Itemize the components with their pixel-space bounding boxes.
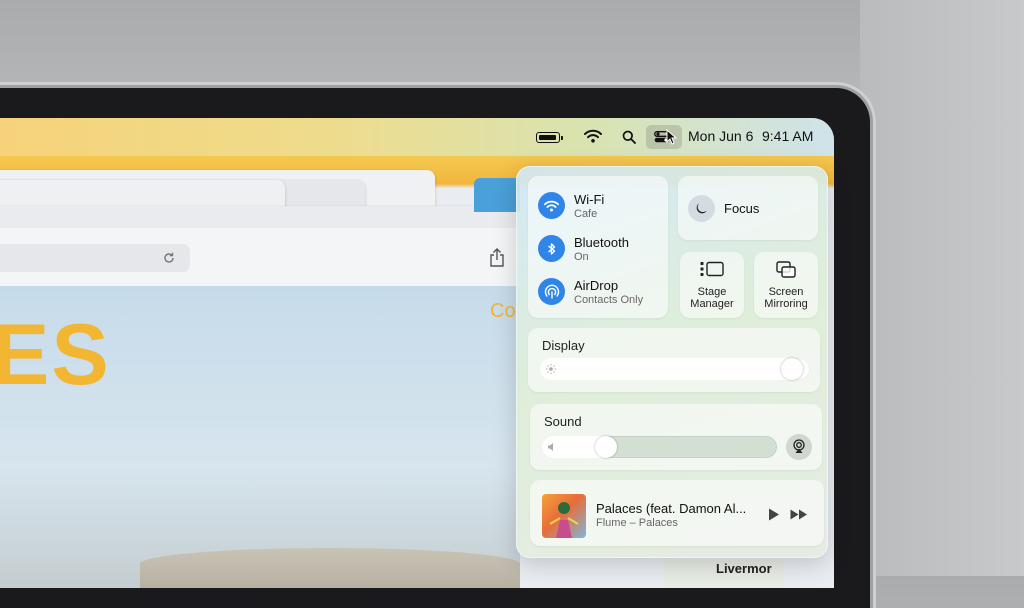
track-artist: Flume – Palaces — [596, 517, 678, 529]
stage-manager-icon — [700, 261, 724, 277]
search-icon[interactable] — [622, 130, 636, 144]
play-icon[interactable] — [768, 508, 780, 521]
connectivity-module: Wi-Fi Cafe Bluetooth On AirDrop Contacts… — [528, 176, 668, 318]
fast-forward-icon[interactable] — [790, 509, 808, 520]
display-brightness-slider[interactable] — [540, 358, 810, 380]
sound-label: Sound — [544, 414, 582, 429]
screen-mirroring-icon — [776, 261, 796, 278]
moon-icon — [696, 203, 707, 214]
stage-manager-label-1: Stage — [697, 286, 727, 298]
stage-manager-label-2: Manager — [690, 298, 734, 310]
control-center-panel: Wi-Fi Cafe Bluetooth On AirDrop Contacts… — [516, 166, 828, 558]
screen-mirroring-button[interactable]: Screen Mirroring — [754, 252, 818, 318]
share-icon[interactable] — [488, 248, 506, 268]
wifi-icon[interactable] — [584, 129, 602, 143]
album-artwork — [542, 494, 586, 538]
airplay-audio-icon — [793, 439, 805, 453]
stage-manager-button[interactable]: Stage Manager — [680, 252, 744, 318]
airdrop-icon — [538, 278, 565, 305]
map-label: Livermor — [716, 561, 772, 576]
airdrop-label: AirDrop — [574, 278, 619, 293]
bluetooth-status: On — [574, 251, 589, 263]
wifi-icon — [538, 192, 565, 219]
menu-bar: Mon Jun 6 9:41 AM — [0, 118, 834, 156]
wifi-label: Wi-Fi — [574, 192, 605, 207]
sound-slider-knob[interactable] — [595, 436, 618, 458]
menubar-date[interactable]: Mon Jun 6 — [688, 128, 753, 144]
reload-icon[interactable] — [162, 251, 176, 265]
display-label: Display — [542, 338, 585, 353]
album-art-figure — [549, 502, 579, 538]
wifi-status: Cafe — [574, 208, 598, 220]
bluetooth-icon — [538, 235, 565, 262]
bluetooth-label: Bluetooth — [574, 235, 629, 250]
background-wall — [860, 0, 1024, 576]
focus-icon-circle — [688, 195, 715, 222]
airplay-audio-button[interactable] — [786, 434, 812, 460]
window-thumbnail — [474, 178, 520, 212]
focus-button[interactable]: Focus — [678, 176, 818, 240]
now-playing-module[interactable]: Palaces (feat. Damon Al... Flume – Palac… — [530, 480, 824, 546]
display-slider-knob[interactable] — [780, 358, 803, 380]
screen-mirroring-label-1: Screen — [768, 286, 804, 298]
menubar-time[interactable]: 9:41 AM — [762, 128, 813, 144]
control-center-button[interactable] — [646, 125, 682, 149]
speaker-icon — [548, 443, 553, 451]
airdrop-status: Contacts Only — [574, 294, 644, 306]
display-slider-fill — [540, 358, 803, 380]
track-title: Palaces (feat. Damon Al... — [596, 501, 747, 516]
focus-label: Focus — [724, 201, 760, 216]
hero-subheading: Co — [490, 300, 516, 322]
hero-heading: ES — [0, 307, 111, 403]
map-widget[interactable]: Livermor — [664, 560, 784, 588]
battery-icon[interactable] — [536, 132, 563, 143]
sound-volume-slider[interactable] — [542, 436, 777, 458]
pointer-cursor-icon — [666, 129, 677, 145]
browser-window — [0, 228, 520, 588]
screen-mirroring-label-2: Mirroring — [764, 298, 808, 310]
sound-module: Sound — [530, 404, 822, 470]
sun-icon — [546, 364, 556, 374]
address-bar[interactable] — [0, 244, 190, 272]
page-image-hills — [140, 548, 520, 588]
browser-toolbar — [0, 228, 520, 287]
display-module: Display — [528, 328, 820, 392]
